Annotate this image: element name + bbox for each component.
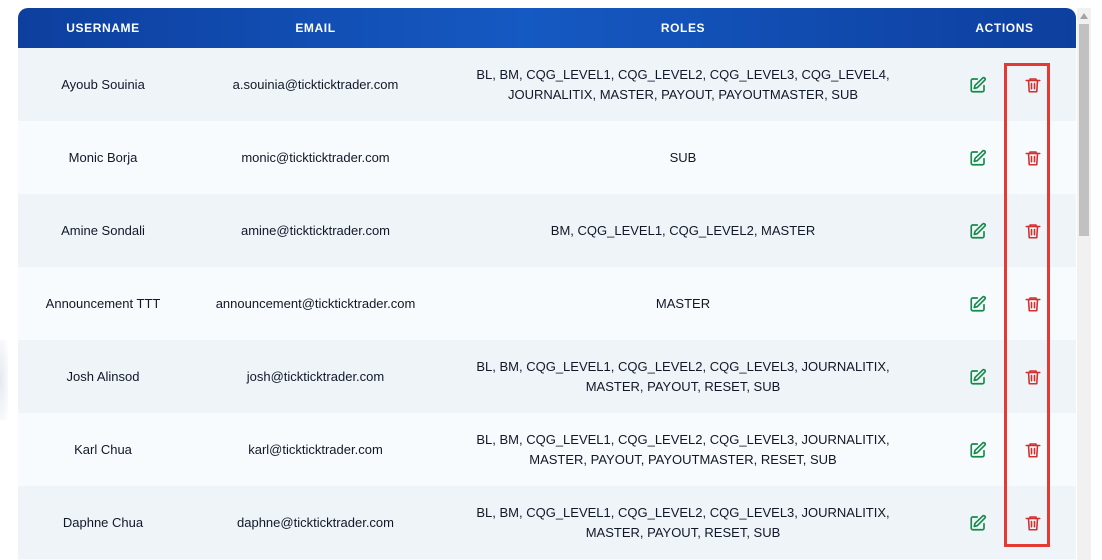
username-cell: Amine Sondali: [61, 223, 145, 238]
roles-cell: MASTER: [443, 294, 923, 314]
trash-icon[interactable]: [1024, 222, 1042, 240]
edit-icon[interactable]: [969, 514, 987, 532]
roles-line-2: MASTER, PAYOUT, PAYOUTMASTER, RESET, SUB: [529, 451, 837, 467]
scrollbar-thumb[interactable]: [1079, 24, 1089, 236]
trash-icon[interactable]: [1024, 76, 1042, 94]
table-row: Josh Alinsod josh@tickticktrader.com BL, B…: [18, 340, 1076, 413]
email-cell: josh@tickticktrader.com: [246, 369, 385, 384]
trash-icon[interactable]: [1024, 441, 1042, 459]
actions-cell: [923, 514, 1076, 532]
header-actions: ACTIONS: [975, 21, 1034, 35]
table-row: Ayoub Souinia a.souinia@tickticktrader.co…: [18, 48, 1076, 121]
roles-line-2: MASTER, PAYOUT, RESET, SUB: [585, 524, 781, 540]
trash-icon[interactable]: [1024, 295, 1042, 313]
table-body: Ayoub Souinia a.souinia@tickticktrader.co…: [18, 48, 1076, 559]
email-cell: amine@tickticktrader.com: [240, 223, 391, 238]
actions-cell: [923, 295, 1076, 313]
trash-icon[interactable]: [1024, 149, 1042, 167]
user-management-page: USERNAME EMAIL ROLES ACTIONS Ayoub Souin…: [0, 0, 1102, 560]
email-cell: daphne@tickticktrader.com: [237, 515, 394, 530]
edit-icon[interactable]: [969, 441, 987, 459]
table-row: Karl Chua karl@tickticktrader.com BL, BM, …: [18, 413, 1076, 486]
table-header: USERNAME EMAIL ROLES ACTIONS: [18, 8, 1076, 48]
roles-cell: BL, BM, CQG_LEVEL1, CQG_LEVEL2, CQG_LEVE…: [443, 65, 923, 105]
email-cell: a.souinia@tickticktrader.com: [232, 77, 399, 92]
roles-cell: BL, BM, CQG_LEVEL1, CQG_LEVEL2, CQG_LEVE…: [443, 430, 923, 470]
roles-cell: SUB: [443, 148, 923, 168]
table-row: Announcement TTT announcement@tickticktra…: [18, 267, 1076, 340]
action-buttons: [923, 441, 1076, 459]
actions-cell: [923, 149, 1076, 167]
roles-line-1: BL, BM, CQG_LEVEL1, CQG_LEVEL2, CQG_LEVE…: [476, 504, 890, 520]
action-buttons: [923, 368, 1076, 386]
roles-cell: BM, CQG_LEVEL1, CQG_LEVEL2, MASTER: [443, 221, 923, 241]
actions-cell: [923, 368, 1076, 386]
edit-icon[interactable]: [969, 76, 987, 94]
header-username: USERNAME: [66, 21, 140, 35]
roles-cell: BL, BM, CQG_LEVEL1, CQG_LEVEL2, CQG_LEVE…: [443, 357, 923, 397]
users-table: USERNAME EMAIL ROLES ACTIONS Ayoub Souin…: [18, 8, 1076, 560]
roles-line-2: MASTER, PAYOUT, RESET, SUB: [585, 378, 781, 394]
username-cell: Announcement TTT: [45, 296, 161, 311]
username-cell: Karl Chua: [74, 442, 132, 457]
email-cell: monic@tickticktrader.com: [241, 150, 390, 165]
action-buttons: [923, 295, 1076, 313]
roles-line-1: BL, BM, CQG_LEVEL1, CQG_LEVEL2, CQG_LEVE…: [476, 358, 890, 374]
email-cell: announcement@tickticktrader.com: [215, 296, 416, 311]
roles-line-1: BL, BM, CQG_LEVEL1, CQG_LEVEL2, CQG_LEVE…: [476, 431, 890, 447]
roles-line-2: JOURNALITIX, MASTER, PAYOUT, PAYOUTMASTE…: [507, 86, 859, 102]
action-buttons: [923, 76, 1076, 94]
edit-icon[interactable]: [969, 222, 987, 240]
roles-cell: BL, BM, CQG_LEVEL1, CQG_LEVEL2, CQG_LEVE…: [443, 503, 923, 543]
username-cell: Daphne Chua: [62, 515, 144, 530]
action-buttons: [923, 514, 1076, 532]
action-buttons: [923, 222, 1076, 240]
edit-icon[interactable]: [969, 295, 987, 313]
edit-icon[interactable]: [969, 149, 987, 167]
left-edge-shadow: [0, 340, 8, 420]
table-row: Amine Sondali amine@tickticktrader.com BM,…: [18, 194, 1076, 267]
actions-cell: [923, 222, 1076, 240]
username-cell: Josh Alinsod: [66, 369, 140, 384]
actions-cell: [923, 76, 1076, 94]
action-buttons: [923, 149, 1076, 167]
email-cell: karl@tickticktrader.com: [248, 442, 383, 457]
actions-cell: [923, 441, 1076, 459]
username-cell: Monic Borja: [68, 150, 138, 165]
username-cell: Ayoub Souinia: [61, 77, 145, 92]
edit-icon[interactable]: [969, 368, 987, 386]
roles-line-1: BM, CQG_LEVEL1, CQG_LEVEL2, MASTER: [550, 222, 816, 238]
trash-icon[interactable]: [1024, 368, 1042, 386]
roles-line-1: SUB: [669, 149, 697, 165]
roles-line-1: MASTER: [655, 295, 711, 311]
header-email: EMAIL: [295, 21, 336, 35]
table-row: Daphne Chua daphne@tickticktrader.com BL, …: [18, 486, 1076, 559]
header-roles: ROLES: [660, 21, 706, 35]
table-row: Monic Borja monic@tickticktrader.com SUB: [18, 121, 1076, 194]
roles-line-1: BL, BM, CQG_LEVEL1, CQG_LEVEL2, CQG_LEVE…: [476, 66, 890, 82]
scroll-up-arrow-icon[interactable]: [1079, 10, 1089, 22]
trash-icon[interactable]: [1024, 514, 1042, 532]
